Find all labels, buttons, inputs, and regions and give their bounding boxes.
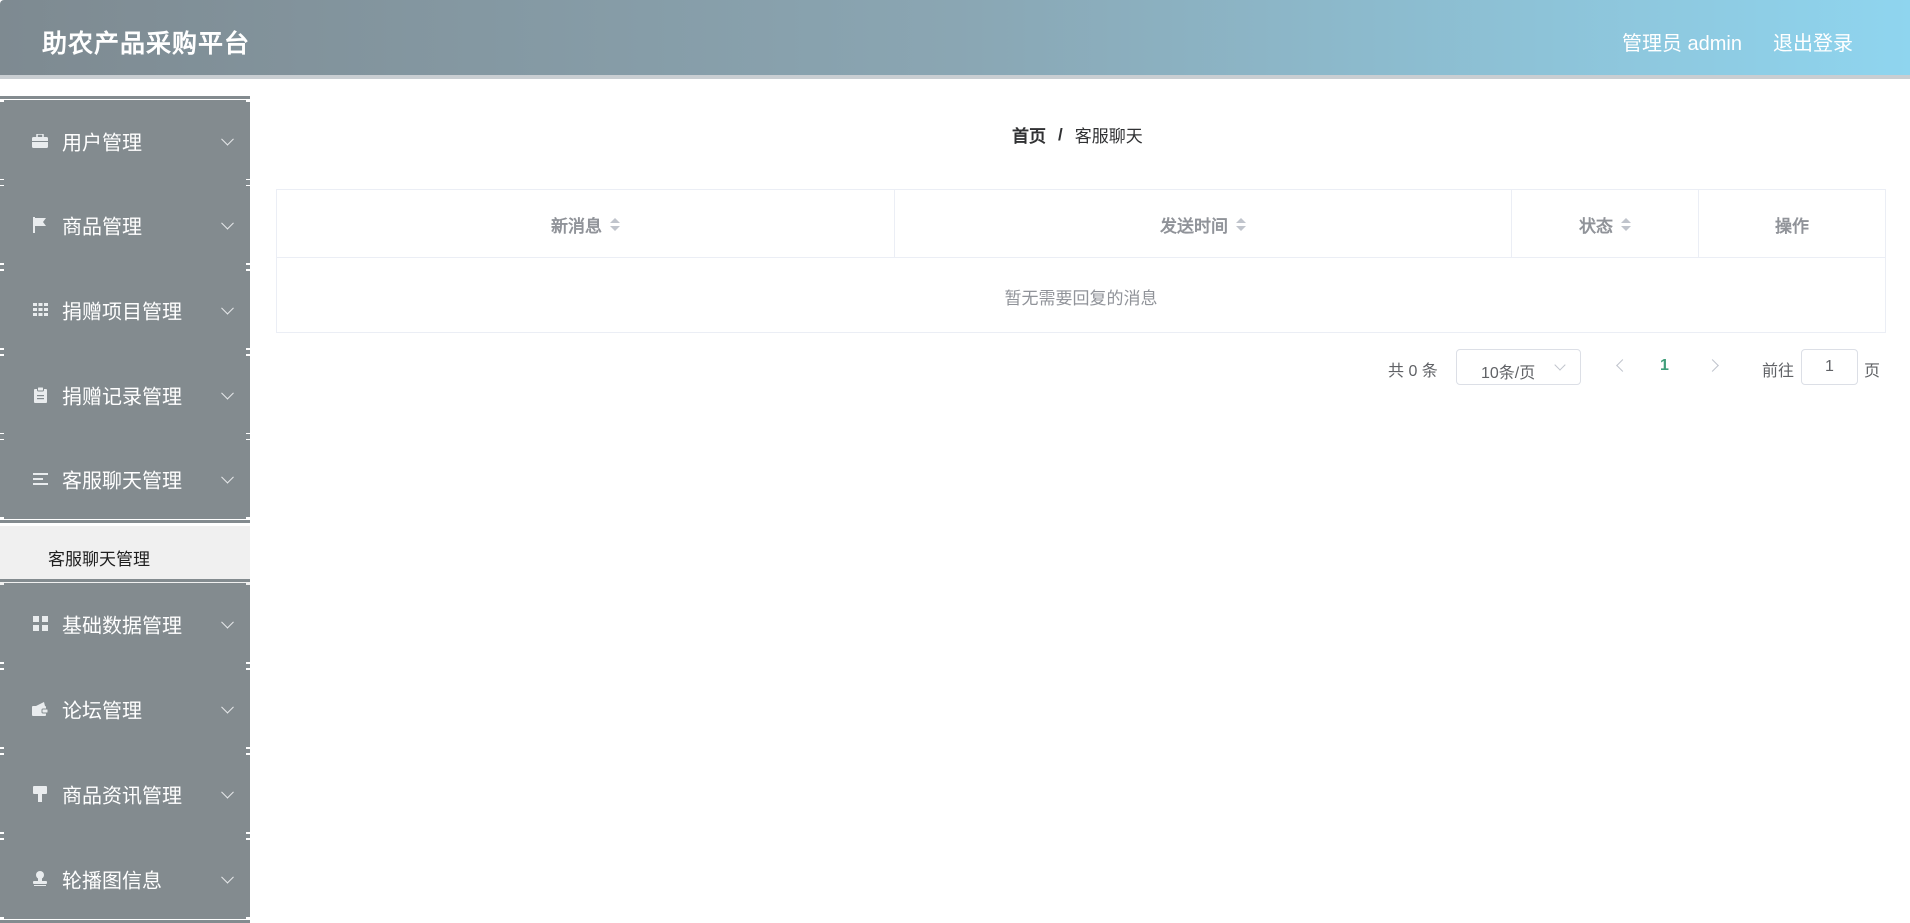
table-empty-text: 暂无需要回复的消息 bbox=[1004, 288, 1158, 308]
sidebar-item-forum-management[interactable]: 论坛管理 bbox=[0, 664, 250, 753]
column-header-send-time[interactable]: 发送时间 bbox=[895, 190, 1512, 258]
logout-button[interactable]: 退出登录 bbox=[1773, 27, 1853, 56]
stamp-icon bbox=[32, 871, 48, 887]
breadcrumb-current: 客服聊天 bbox=[1074, 127, 1143, 146]
grid-icon bbox=[32, 302, 48, 318]
column-header-status[interactable]: 状态 bbox=[1512, 190, 1699, 258]
page-size-value: 10条/页 bbox=[1481, 365, 1536, 382]
brush-icon bbox=[32, 785, 48, 802]
goto-page-suffix: 页 bbox=[1864, 363, 1881, 380]
chevron-down-icon bbox=[221, 386, 234, 400]
sidebar-item-donation-project-management[interactable]: 捐赠项目管理 bbox=[0, 265, 250, 354]
chevron-down-icon bbox=[221, 700, 234, 714]
pagination-total: 共 0 条 bbox=[1388, 363, 1438, 380]
sidebar-item-label: 轮播图信息 bbox=[62, 870, 162, 892]
sidebar-item-label: 论坛管理 bbox=[62, 700, 142, 722]
sidebar-item-customer-chat-management[interactable]: 客服聊天管理 bbox=[0, 434, 250, 523]
breadcrumb: 首页 / 客服聊天 bbox=[1012, 122, 1143, 147]
sidebar-item-carousel-info[interactable]: 轮播图信息 bbox=[0, 834, 250, 923]
chevron-down-icon bbox=[221, 870, 234, 884]
flag-icon bbox=[32, 216, 48, 233]
sidebar-item-product-management[interactable]: 商品管理 bbox=[0, 180, 250, 269]
column-title: 状态 bbox=[1579, 216, 1613, 236]
sidebar-item-product-news-management[interactable]: 商品资讯管理 bbox=[0, 749, 250, 838]
goto-page-label: 前往 bbox=[1762, 363, 1795, 380]
sort-icon[interactable] bbox=[1621, 217, 1631, 231]
column-header-new-message[interactable]: 新消息 bbox=[277, 190, 895, 258]
breadcrumb-separator: / bbox=[1058, 124, 1063, 144]
goto-page-input[interactable] bbox=[1801, 349, 1858, 385]
table-header: 新消息 发送时间 状态 操作 bbox=[277, 190, 1885, 258]
tiles-icon bbox=[32, 616, 48, 632]
column-title: 操作 bbox=[1775, 216, 1809, 236]
chevron-down-icon bbox=[1554, 359, 1566, 371]
chevron-down-icon bbox=[221, 216, 234, 230]
sort-icon[interactable] bbox=[610, 217, 620, 231]
sort-icon[interactable] bbox=[1236, 217, 1246, 231]
page-size-select[interactable]: 10条/页 bbox=[1456, 349, 1581, 385]
sidebar-item-label: 捐赠记录管理 bbox=[62, 386, 182, 408]
chevron-down-icon bbox=[221, 615, 234, 629]
app-title: 助农产品采购平台 bbox=[42, 30, 251, 58]
sidebar: 用户管理 商品管理 捐赠项目管理 捐赠记录管理 客服聊天管理 客服聊天管理 基础… bbox=[0, 79, 250, 923]
sidebar-item-user-management[interactable]: 用户管理 bbox=[0, 96, 250, 185]
top-header: 助农产品采购平台 管理员 admin 退出登录 bbox=[0, 0, 1910, 79]
sidebar-item-label: 客服聊天管理 bbox=[62, 470, 182, 492]
sidebar-item-label: 捐赠项目管理 bbox=[62, 301, 182, 323]
sidebar-item-label: 基础数据管理 bbox=[62, 615, 182, 637]
prev-page-button[interactable] bbox=[1616, 359, 1629, 372]
sidebar-item-donation-record-management[interactable]: 捐赠记录管理 bbox=[0, 350, 250, 439]
clipboard-icon bbox=[32, 386, 48, 403]
column-header-actions: 操作 bbox=[1699, 190, 1885, 258]
sidebar-item-label: 用户管理 bbox=[62, 132, 142, 154]
column-title: 发送时间 bbox=[1160, 216, 1228, 236]
next-page-button[interactable] bbox=[1706, 359, 1719, 372]
breadcrumb-home-link[interactable]: 首页 bbox=[1012, 122, 1046, 147]
briefcase-icon bbox=[32, 133, 48, 149]
submenu-item-label: 客服聊天管理 bbox=[48, 550, 150, 569]
chevron-down-icon bbox=[221, 470, 234, 484]
wallet-icon bbox=[32, 701, 48, 717]
chevron-down-icon bbox=[221, 785, 234, 799]
submenu-item-customer-chat[interactable]: 客服聊天管理 bbox=[0, 526, 250, 585]
sidebar-item-label: 商品资讯管理 bbox=[62, 785, 182, 807]
list-icon bbox=[32, 471, 48, 487]
chevron-down-icon bbox=[221, 301, 234, 315]
column-title: 新消息 bbox=[551, 216, 602, 236]
header-user-area: 管理员 admin 退出登录 bbox=[1622, 27, 1853, 56]
user-label: 管理员 admin bbox=[1621, 33, 1742, 55]
sidebar-item-label: 商品管理 bbox=[62, 216, 142, 238]
sidebar-item-basic-data-management[interactable]: 基础数据管理 bbox=[0, 579, 250, 668]
chevron-down-icon bbox=[221, 132, 234, 146]
page-number-current[interactable]: 1 bbox=[1660, 357, 1669, 375]
messages-table: 新消息 发送时间 状态 操作 暂无需要回复的消息 bbox=[276, 189, 1886, 333]
